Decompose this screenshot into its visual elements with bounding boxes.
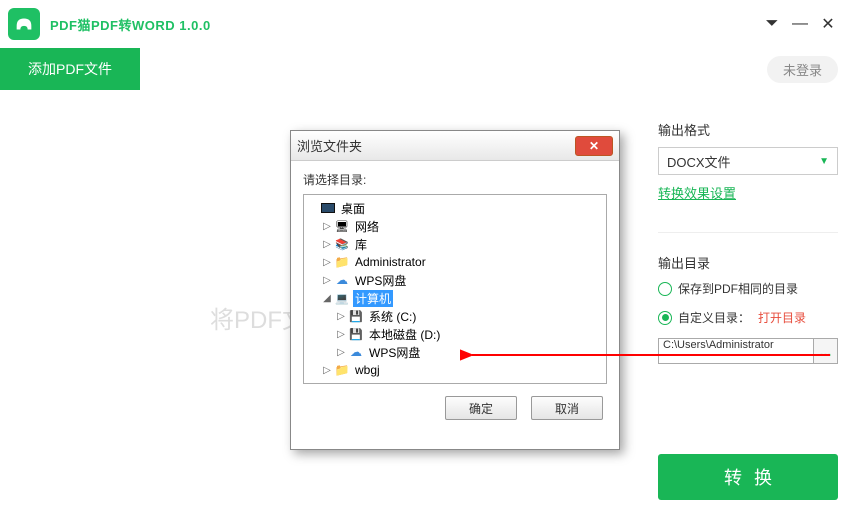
cloud-icon xyxy=(334,273,350,287)
divider xyxy=(658,232,838,233)
dropdown-caret-icon: ▼ xyxy=(819,156,829,167)
expand-icon[interactable]: ▷ xyxy=(320,275,334,286)
folder-icon xyxy=(334,363,350,377)
tree-node-drive-c[interactable]: ▷系统 (C:) xyxy=(306,307,604,325)
dialog-ok-button[interactable]: 确定 xyxy=(445,396,517,420)
output-format-value: DOCX文件 xyxy=(667,152,731,171)
tree-node-computer[interactable]: ◢计算机 xyxy=(306,289,604,307)
tree-node-desktop[interactable]: ▷桌面 xyxy=(306,199,604,217)
expand-icon[interactable]: ▷ xyxy=(334,347,348,358)
expand-icon[interactable]: ▷ xyxy=(320,257,334,268)
radio-custom-label: 自定义目录： xyxy=(678,309,750,326)
radio-custom-dir[interactable]: 自定义目录： 打开目录 xyxy=(658,309,838,326)
output-dir-label: 输出目录 xyxy=(658,253,838,272)
expand-icon[interactable]: ▷ xyxy=(320,239,334,250)
tree-node-library[interactable]: ▷库 xyxy=(306,235,604,253)
dialog-close-button[interactable]: ✕ xyxy=(575,136,613,156)
monitor-icon xyxy=(321,203,335,213)
pin-button[interactable]: ⏷ xyxy=(758,10,786,38)
drive-icon xyxy=(348,327,364,341)
radio-icon xyxy=(658,282,672,296)
close-app-button[interactable]: ✕ xyxy=(814,10,842,38)
conversion-settings-link[interactable]: 转换效果设置 xyxy=(658,186,736,201)
output-format-label: 输出格式 xyxy=(658,120,838,139)
drive-icon xyxy=(348,309,364,323)
expand-icon[interactable]: ▷ xyxy=(334,311,348,322)
app-logo xyxy=(8,8,40,40)
add-pdf-button[interactable]: 添加PDF文件 xyxy=(0,48,140,90)
radio-same-label: 保存到PDF相同的目录 xyxy=(678,280,798,297)
collapse-icon[interactable]: ◢ xyxy=(320,293,334,304)
tree-node-wps[interactable]: ▷WPS网盘 xyxy=(306,271,604,289)
library-icon xyxy=(334,237,350,251)
convert-button[interactable]: 转换 xyxy=(658,454,838,500)
login-button[interactable]: 未登录 xyxy=(767,56,838,83)
browse-folder-dialog: 浏览文件夹 ✕ 请选择目录: ▷桌面 ▷网络 ▷库 ▷Administrator… xyxy=(290,130,620,450)
radio-same-dir[interactable]: 保存到PDF相同的目录 xyxy=(658,280,838,297)
network-icon xyxy=(334,219,350,233)
output-path-row: C:\Users\Administrator ... xyxy=(658,338,838,364)
expand-icon[interactable]: ▷ xyxy=(334,329,348,340)
open-dir-link[interactable]: 打开目录 xyxy=(758,309,806,326)
output-format-select[interactable]: DOCX文件 ▼ xyxy=(658,147,838,175)
dialog-titlebar[interactable]: 浏览文件夹 ✕ xyxy=(291,131,619,161)
folder-tree[interactable]: ▷桌面 ▷网络 ▷库 ▷Administrator ▷WPS网盘 ◢计算机 ▷系… xyxy=(303,194,607,384)
tree-node-wps2[interactable]: ▷WPS网盘 xyxy=(306,343,604,361)
toolbar: 添加PDF文件 未登录 xyxy=(0,48,850,90)
dialog-cancel-button[interactable]: 取消 xyxy=(531,396,603,420)
expand-icon[interactable]: ▷ xyxy=(320,221,334,232)
computer-icon xyxy=(334,291,350,305)
radio-icon xyxy=(658,311,672,325)
minimize-button[interactable]: — xyxy=(786,10,814,38)
app-title: PDF猫PDF转WORD 1.0.0 xyxy=(50,15,211,34)
output-path-input[interactable]: C:\Users\Administrator xyxy=(658,338,814,364)
browse-output-path-button[interactable]: ... xyxy=(814,338,838,364)
expand-icon[interactable]: ▷ xyxy=(320,365,334,376)
tree-node-network[interactable]: ▷网络 xyxy=(306,217,604,235)
folder-icon xyxy=(334,255,350,269)
cloud-icon xyxy=(348,345,364,359)
dialog-prompt: 请选择目录: xyxy=(291,161,619,194)
right-panel: 输出格式 DOCX文件 ▼ 转换效果设置 输出目录 保存到PDF相同的目录 自定… xyxy=(658,120,838,364)
dialog-buttons: 确定 取消 xyxy=(291,384,619,420)
tree-node-drive-d[interactable]: ▷本地磁盘 (D:) xyxy=(306,325,604,343)
titlebar: PDF猫PDF转WORD 1.0.0 ⏷ — ✕ xyxy=(0,0,850,48)
tree-node-administrator[interactable]: ▷Administrator xyxy=(306,253,604,271)
tree-node-wbgj[interactable]: ▷wbgj xyxy=(306,361,604,379)
dialog-title: 浏览文件夹 xyxy=(297,136,575,155)
